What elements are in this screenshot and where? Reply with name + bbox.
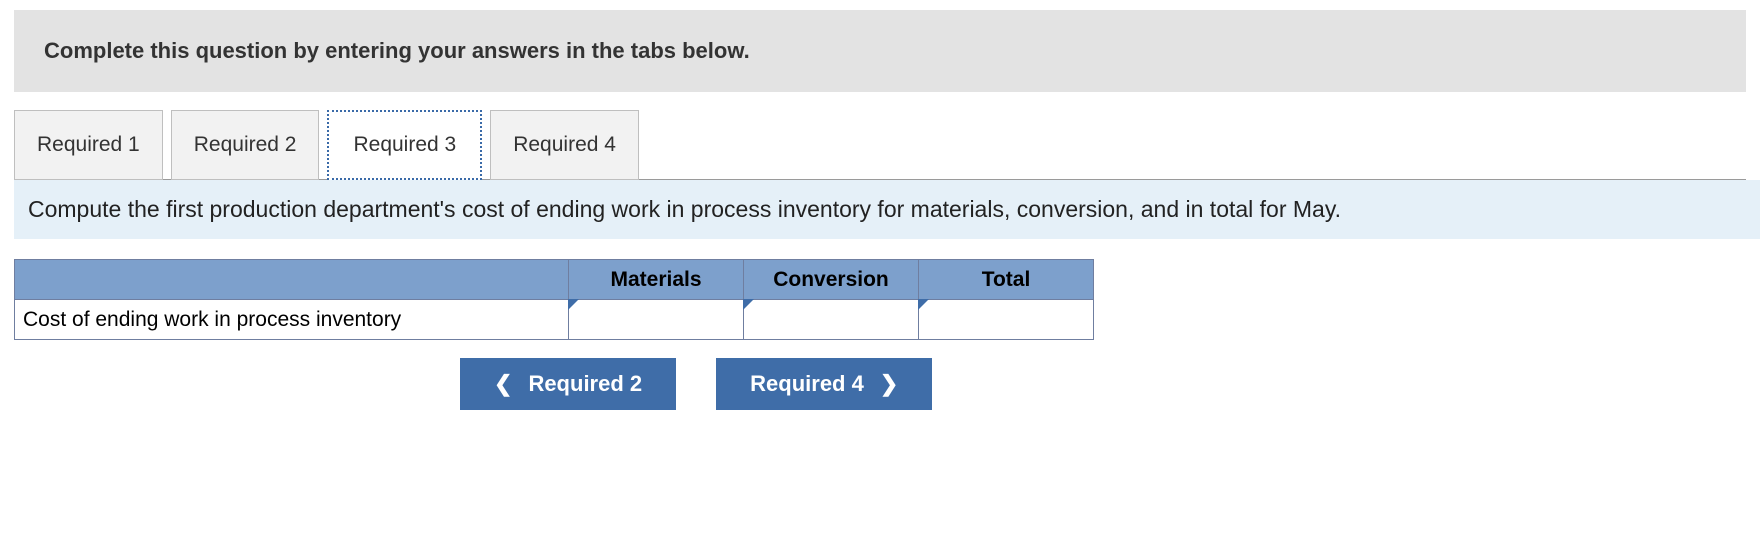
col-header-total: Total <box>919 260 1094 300</box>
input-conversion[interactable] <box>744 300 918 339</box>
cell-total[interactable] <box>919 300 1094 340</box>
tab-label: Required 2 <box>194 133 297 156</box>
answer-table: Materials Conversion Total Cost of endin… <box>14 259 1094 340</box>
input-indicator-icon <box>918 299 929 310</box>
instruction-bar: Complete this question by entering your … <box>14 10 1746 92</box>
next-button-label: Required 4 <box>750 371 864 397</box>
tab-label: Required 3 <box>353 133 456 156</box>
prev-button[interactable]: ❮ Required 2 <box>460 358 676 410</box>
tabs-row: Required 1 Required 2 Required 3 Require… <box>14 110 1760 180</box>
tab-label: Required 1 <box>37 133 140 156</box>
instruction-text: Complete this question by entering your … <box>44 38 750 63</box>
tab-required-4[interactable]: Required 4 <box>490 110 639 180</box>
input-materials[interactable] <box>569 300 743 339</box>
nav-buttons: ❮ Required 2 Required 4 ❯ <box>460 358 1760 410</box>
tab-required-2[interactable]: Required 2 <box>171 110 320 180</box>
table-row: Cost of ending work in process inventory <box>15 300 1094 340</box>
chevron-right-icon: ❯ <box>880 371 898 397</box>
prompt-text: Compute the first production department'… <box>28 196 1341 222</box>
table-corner-empty <box>15 260 569 300</box>
tab-required-3[interactable]: Required 3 <box>327 110 482 180</box>
cell-conversion[interactable] <box>744 300 919 340</box>
answer-table-wrap: Materials Conversion Total Cost of endin… <box>14 259 1760 340</box>
cell-materials[interactable] <box>569 300 744 340</box>
tab-required-1[interactable]: Required 1 <box>14 110 163 180</box>
chevron-left-icon: ❮ <box>494 371 512 397</box>
prev-button-label: Required 2 <box>528 371 642 397</box>
tab-label: Required 4 <box>513 133 616 156</box>
question-prompt: Compute the first production department'… <box>14 180 1760 239</box>
input-indicator-icon <box>568 299 579 310</box>
input-indicator-icon <box>743 299 754 310</box>
row-label: Cost of ending work in process inventory <box>15 300 569 340</box>
col-header-materials: Materials <box>569 260 744 300</box>
input-total[interactable] <box>919 300 1093 339</box>
col-header-conversion: Conversion <box>744 260 919 300</box>
next-button[interactable]: Required 4 ❯ <box>716 358 932 410</box>
